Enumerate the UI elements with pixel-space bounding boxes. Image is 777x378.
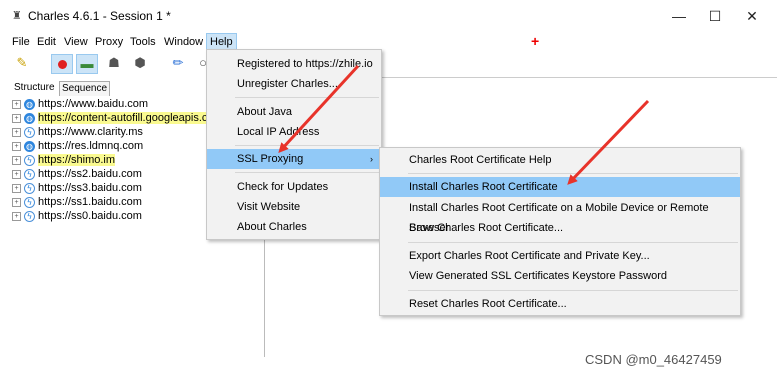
turtle-icon[interactable]: ☗ — [104, 54, 124, 72]
menu-item-unregister[interactable]: Unregister Charles... — [207, 74, 381, 94]
host-url: https://ss0.baidu.com — [38, 210, 142, 222]
ssl-globe-icon: ◍ — [24, 98, 35, 110]
menu-item-about-charles[interactable]: About Charles — [207, 217, 381, 237]
expand-icon[interactable]: + — [12, 141, 21, 151]
expand-icon[interactable]: + — [12, 197, 21, 207]
host-url: https://ss2.baidu.com — [38, 168, 142, 180]
host-row[interactable]: + ◍ https://res.ldmnq.com — [12, 139, 143, 153]
menu-item-about-java[interactable]: About Java — [207, 102, 381, 122]
broom-icon[interactable]: ✎ — [12, 54, 32, 72]
maximize-button[interactable]: ☐ — [700, 4, 730, 28]
menu-item-visit-website[interactable]: Visit Website — [207, 197, 381, 217]
lightning-icon: ϟ — [24, 196, 35, 208]
submenu-item-install-mobile[interactable]: Install Charles Root Certificate on a Mo… — [380, 198, 740, 234]
minimize-button[interactable]: — — [664, 4, 694, 28]
host-row[interactable]: + ϟ https://www.clarity.ms — [12, 125, 143, 139]
submenu-item-save-root-cert[interactable]: Save Charles Root Certificate... — [380, 218, 740, 238]
host-row[interactable]: + ϟ https://ss1.baidu.com — [12, 195, 142, 209]
submenu-item-reset-root-cert[interactable]: Reset Charles Root Certificate... — [380, 294, 740, 314]
menu-separator — [408, 242, 738, 243]
throttle-icon[interactable]: ▬ — [76, 54, 98, 74]
watermark: CSDN @m0_46427459 — [585, 352, 722, 367]
window-title: Charles 4.6.1 - Session 1 * — [28, 9, 171, 23]
red-plus-marker: + — [531, 33, 540, 49]
menu-item-ssl-proxying[interactable]: SSL Proxying › — [207, 149, 381, 169]
charles-app-icon: ♜ — [12, 10, 22, 22]
submenu-item-view-keystore[interactable]: View Generated SSL Certificates Keystore… — [380, 266, 740, 286]
expand-icon[interactable]: + — [12, 211, 21, 221]
close-button[interactable]: ✕ — [737, 4, 767, 28]
lightning-icon: ϟ — [24, 182, 35, 194]
host-url: https://res.ldmnq.com — [38, 140, 144, 152]
lightning-icon: ϟ — [24, 126, 35, 138]
menu-proxy[interactable]: Proxy — [92, 33, 126, 51]
lightning-icon: ϟ — [24, 154, 35, 166]
menu-separator — [235, 172, 379, 173]
host-row[interactable]: + ϟ https://ss3.baidu.com — [12, 181, 142, 195]
ssl-globe-icon: ◍ — [24, 112, 35, 124]
host-url: https://ss3.baidu.com — [38, 182, 142, 194]
menu-item-local-ip[interactable]: Local IP Address — [207, 122, 381, 142]
tab-sequence[interactable]: Sequence — [59, 81, 111, 96]
expand-icon[interactable]: + — [12, 99, 21, 109]
menu-edit[interactable]: Edit — [34, 33, 59, 51]
expand-icon[interactable]: + — [12, 183, 21, 193]
submenu-arrow-icon: › — [370, 154, 373, 164]
stop-icon[interactable]: ⬢ — [130, 54, 150, 72]
help-menu-dropdown: Registered to https://zhile.io Unregiste… — [206, 49, 382, 240]
menu-separator — [235, 97, 379, 98]
menu-separator — [408, 173, 738, 174]
expand-icon[interactable]: + — [12, 113, 21, 123]
menu-item-registered[interactable]: Registered to https://zhile.io — [207, 54, 381, 74]
menu-separator — [235, 145, 379, 146]
pen-icon[interactable]: ✏ — [168, 54, 188, 72]
lightning-icon: ϟ — [24, 168, 35, 180]
host-url: https://ss1.baidu.com — [38, 196, 142, 208]
host-row[interactable]: + ◍ https://content-autofill.googleapis.co — [12, 111, 214, 125]
menu-view[interactable]: View — [61, 33, 91, 51]
record-icon[interactable] — [51, 54, 73, 74]
submenu-item-install-root-cert[interactable]: Install Charles Root Certificate — [380, 177, 740, 197]
host-row[interactable]: + ◍ https://www.baidu.com — [12, 97, 148, 111]
host-url: https://shimo.im — [38, 154, 116, 166]
menu-window[interactable]: Window — [161, 33, 206, 51]
tab-structure[interactable]: Structure — [12, 81, 57, 95]
expand-icon[interactable]: + — [12, 169, 21, 179]
menu-item-check-updates[interactable]: Check for Updates — [207, 177, 381, 197]
expand-icon[interactable]: + — [12, 127, 21, 137]
ssl-globe-icon: ◍ — [24, 140, 35, 152]
menu-separator — [408, 290, 738, 291]
lightning-icon: ϟ — [24, 210, 35, 222]
ssl-proxying-submenu: Charles Root Certificate Help Install Ch… — [379, 147, 741, 316]
host-row[interactable]: + ϟ https://ss2.baidu.com — [12, 167, 142, 181]
host-url: https://www.baidu.com — [38, 98, 149, 110]
host-row[interactable]: + ϟ https://ss0.baidu.com — [12, 209, 142, 223]
host-url: https://www.clarity.ms — [38, 126, 143, 138]
menu-file[interactable]: File — [9, 33, 33, 51]
submenu-item-root-cert-help[interactable]: Charles Root Certificate Help — [380, 150, 740, 170]
host-url: https://content-autofill.googleapis.co — [38, 112, 214, 124]
host-row[interactable]: + ϟ https://shimo.im — [12, 153, 116, 167]
menu-tools[interactable]: Tools — [127, 33, 159, 51]
expand-icon[interactable]: + — [12, 155, 21, 165]
submenu-item-export-root-cert[interactable]: Export Charles Root Certificate and Priv… — [380, 246, 740, 266]
